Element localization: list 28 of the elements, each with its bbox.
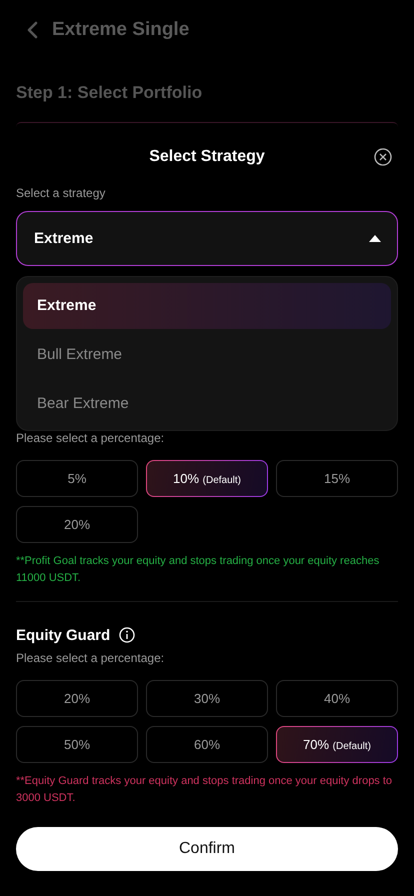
percentage-option[interactable]: 5%: [16, 460, 138, 497]
field-label: Please select a percentage:: [16, 431, 166, 445]
sheet-title: Select Strategy: [149, 148, 265, 166]
menu-item[interactable]: Bull Extreme: [23, 332, 391, 378]
percentage-option[interactable]: 20%: [16, 506, 138, 543]
equity-note: **Equity Guard tracks your equity and stops trading once your equity drops to 3000 USDT.: [16, 774, 394, 806]
percentage-option[interactable]: 70% (Default): [276, 726, 398, 763]
menu-item[interactable]: Bear Extreme: [23, 381, 391, 427]
percentage-option[interactable]: 50%: [16, 726, 138, 763]
percentage-option[interactable]: 20%: [16, 680, 138, 717]
percentage-option[interactable]: 60%: [146, 726, 268, 763]
percentage-option[interactable]: 15%: [276, 460, 398, 497]
close-button[interactable]: [374, 148, 392, 166]
section-title: Equity Guard: [16, 626, 110, 644]
step-title: Step 1: Select Portfolio: [15, 83, 204, 103]
caret-icon: [369, 235, 381, 242]
field-label: Please select a percentage:: [16, 651, 166, 665]
strategy-select[interactable]: Extreme: [16, 211, 398, 266]
back-button[interactable]: [26, 20, 40, 40]
percentage-option[interactable]: 30%: [146, 680, 268, 717]
confirm-button[interactable]: Confirm: [16, 827, 398, 871]
page-title: Extreme Single: [52, 19, 190, 41]
info-icon[interactable]: [119, 627, 136, 643]
percentage-option[interactable]: 10% (Default): [146, 460, 268, 497]
percentage-option[interactable]: 40%: [276, 680, 398, 717]
menu-item[interactable]: Extreme: [23, 283, 391, 329]
profit-note: **Profit Goal tracks your equity and stops trading once your equity reaches 11000 USDT.: [16, 554, 380, 586]
field-label: Select a strategy: [16, 186, 106, 200]
